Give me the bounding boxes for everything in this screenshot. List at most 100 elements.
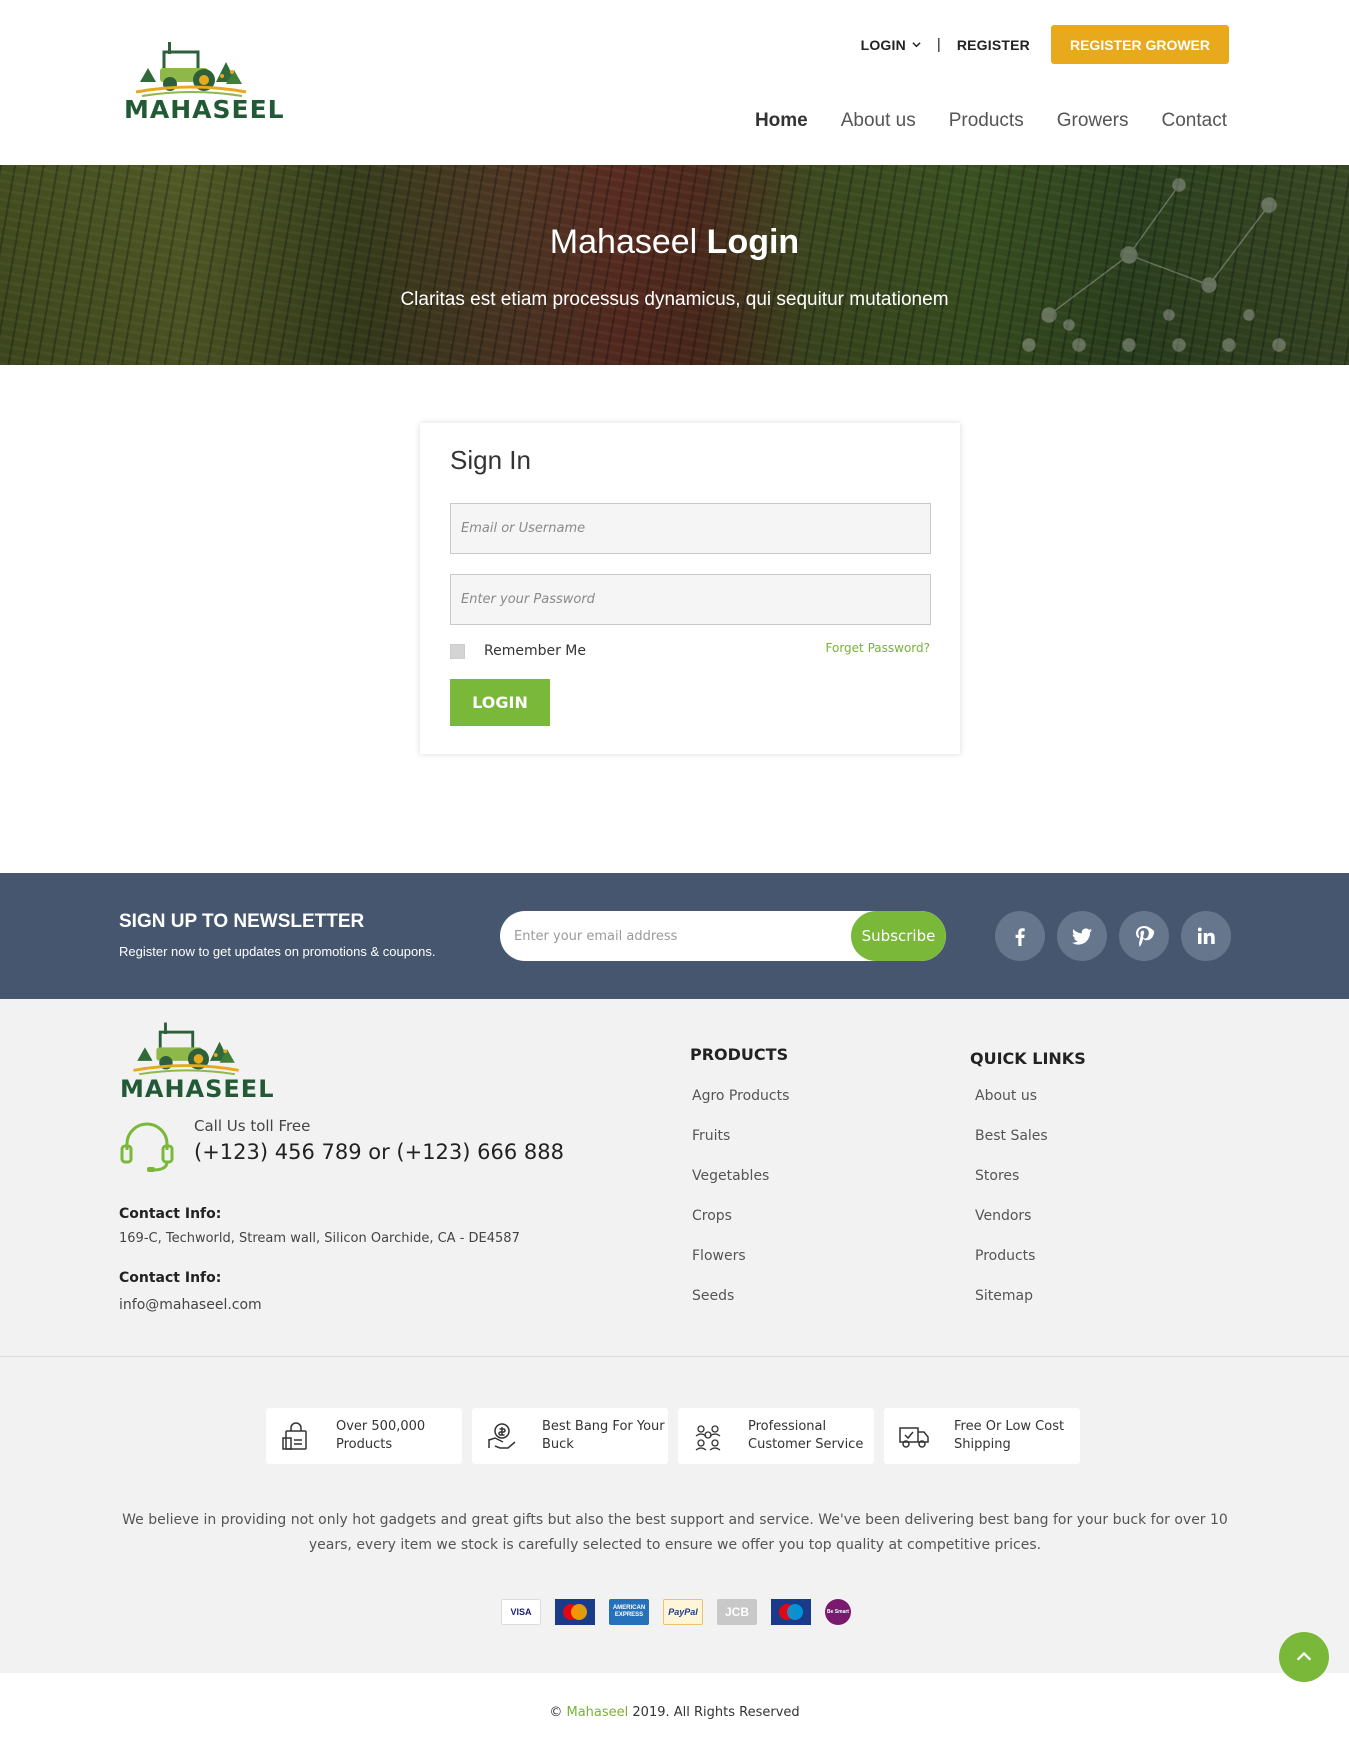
contact-heading-email: Contact Info: [119,1270,222,1286]
visa-icon: VISA [501,1599,541,1625]
newsletter-subtitle: Register now to get updates on promotion… [119,944,436,959]
contact-email[interactable]: info@mahaseel.com [119,1297,262,1313]
facebook-icon [1015,928,1025,946]
money-hand-icon [488,1423,516,1449]
account-links: LOGIN | REGISTER REGISTER GROWER [861,25,1229,64]
newsletter-section: SIGN UP TO NEWSLETTER Register now to ge… [0,873,1349,999]
footer-link-seeds[interactable]: Seeds [692,1288,789,1328]
twitter-button[interactable] [1057,911,1107,961]
amex-icon: AMERICAN EXPRESS [609,1599,649,1625]
newsletter-title: SIGN UP TO NEWSLETTER [119,911,365,932]
forgot-password-link[interactable]: Forget Password? [826,641,930,655]
maestro-logo [771,1599,811,1625]
footer-link-sitemap[interactable]: Sitemap [975,1288,1048,1328]
login-button[interactable]: LOGIN [450,679,550,726]
signin-card: Sign In Remember Me Forget Password? LOG… [420,423,960,754]
newsletter-email-input[interactable] [500,911,852,961]
hero-title-bold: Login [706,223,800,261]
register-grower-button[interactable]: REGISTER GROWER [1050,25,1229,64]
mastercard-logo [555,1599,595,1625]
subscribe-button[interactable]: Subscribe [851,911,946,961]
feature-best-bang: Best Bang For Your Buck [472,1408,668,1464]
linkedin-icon [1197,927,1215,944]
chevron-up-icon [1296,1651,1312,1661]
contact-heading-address: Contact Info: [119,1206,222,1222]
nav-growers[interactable]: Growers [1057,110,1129,132]
products-heading: PRODUCTS [690,1045,789,1064]
twitter-icon [1072,928,1092,945]
login-dropdown[interactable]: LOGIN [861,37,921,53]
signin-heading: Sign In [450,445,531,475]
feature-badges: Over 500,000 Products Best Bang For Your B… [266,1408,1080,1464]
truck-icon [899,1427,929,1448]
login-link[interactable]: LOGIN [861,37,906,53]
call-label: Call Us toll Free [194,1117,311,1135]
site-footer: MAHASEEL Call Us toll Free (+123) 456 78… [0,999,1349,1673]
copyright-brand-link[interactable]: Mahaseel [566,1705,628,1720]
copyright-bar: © Mahaseel 2019. All Rights Reserved [0,1673,1349,1740]
hero-banner: Mahaseel Login Claritas est etiam proces… [0,165,1349,365]
footer-link-fruits[interactable]: Fruits [692,1128,789,1168]
footer-link-stores[interactable]: Stores [975,1168,1048,1208]
headset-icon [120,1122,174,1172]
remember-checkbox[interactable] [450,643,465,659]
hero-subtitle: Claritas est etiam processus dynamicus, … [400,289,949,310]
site-header: MAHASEEL LOGIN | REGISTER REGISTER GROWE… [0,0,1349,165]
footer-divider [0,1356,1349,1357]
paypal-icon: PayPal [663,1599,703,1625]
hero-title: Mahaseel Login [0,223,1349,262]
footer-link-vendors[interactable]: Vendors [975,1208,1048,1248]
feature-products-text: Over 500,000 Products [336,1419,426,1452]
hero-title-light: Mahaseel [549,223,698,261]
nav-products[interactable]: Products [949,110,1024,132]
feature-shipping-text: Free Or Low Cost Shipping [954,1419,1065,1452]
footer-logo-wordmark: MAHASEEL [120,1075,275,1103]
team-icon [695,1425,721,1451]
social-links [995,911,1231,961]
footer-link-vegetables[interactable]: Vegetables [692,1168,789,1208]
remember-label[interactable]: Remember Me [484,643,586,659]
feature-customer-service: Professional Customer Service [678,1408,874,1464]
footer-link-flowers[interactable]: Flowers [692,1248,789,1288]
nav-contact[interactable]: Contact [1162,110,1227,132]
footer-link-crops[interactable]: Crops [692,1208,789,1248]
payment-methods: VISA AMERICAN EXPRESS PayPal JCB Be Smar… [501,1599,851,1625]
copyright-suffix: 2019. All Rights Reserved [632,1705,800,1720]
network-decoration [1022,178,1286,352]
facebook-button[interactable] [995,911,1045,961]
nav-about-us[interactable]: About us [841,110,916,132]
shopping-bag-icon [282,1422,307,1450]
footer-link-best-sales[interactable]: Best Sales [975,1128,1048,1168]
nav-home[interactable]: Home [755,110,808,132]
feature-shipping: Free Or Low Cost Shipping [884,1408,1080,1464]
back-to-top-button[interactable] [1279,1632,1329,1682]
link-separator: | [936,36,941,53]
contact-address: 169-C, Techworld, Stream wall, Silicon O… [119,1231,520,1246]
phone-numbers[interactable]: (+123) 456 789 or (+123) 666 888 [194,1140,564,1164]
quick-links-list: About us Best Sales Stores Vendors Produ… [975,1088,1048,1328]
footer-link-about-us[interactable]: About us [975,1088,1048,1128]
jcb-icon: JCB [717,1599,757,1625]
newsletter-form: Subscribe [500,911,946,961]
feature-best-bang-text: Best Bang For Your Buck [542,1419,665,1452]
footer-link-products[interactable]: Products [975,1248,1048,1288]
main-nav: Home About us Products Growers Contact [755,110,1227,132]
logo-wordmark: MAHASEEL [124,95,285,124]
products-list: Agro Products Fruits Vegetables Crops Fl… [692,1088,789,1328]
password-input[interactable] [450,574,931,625]
pinterest-button[interactable] [1119,911,1169,961]
about-text: We believe in providing not only hot gad… [122,1512,1228,1553]
maestro-icon [771,1599,811,1625]
footer-link-agro-products[interactable]: Agro Products [692,1088,789,1128]
quick-links-heading: QUICK LINKS [970,1049,1086,1068]
username-input[interactable] [450,503,931,554]
feature-products: Over 500,000 Products [266,1408,462,1464]
copyright-text: © Mahaseel 2019. All Rights Reserved [0,1705,1349,1720]
linkedin-button[interactable] [1181,911,1231,961]
register-link[interactable]: REGISTER [957,37,1030,53]
pinterest-icon [1136,926,1155,947]
feature-customer-service-text: Professional Customer Service [748,1419,864,1452]
chevron-down-icon [912,42,921,48]
be-smart-icon: Be Smart [825,1599,851,1625]
copyright-symbol: © [549,1705,563,1720]
